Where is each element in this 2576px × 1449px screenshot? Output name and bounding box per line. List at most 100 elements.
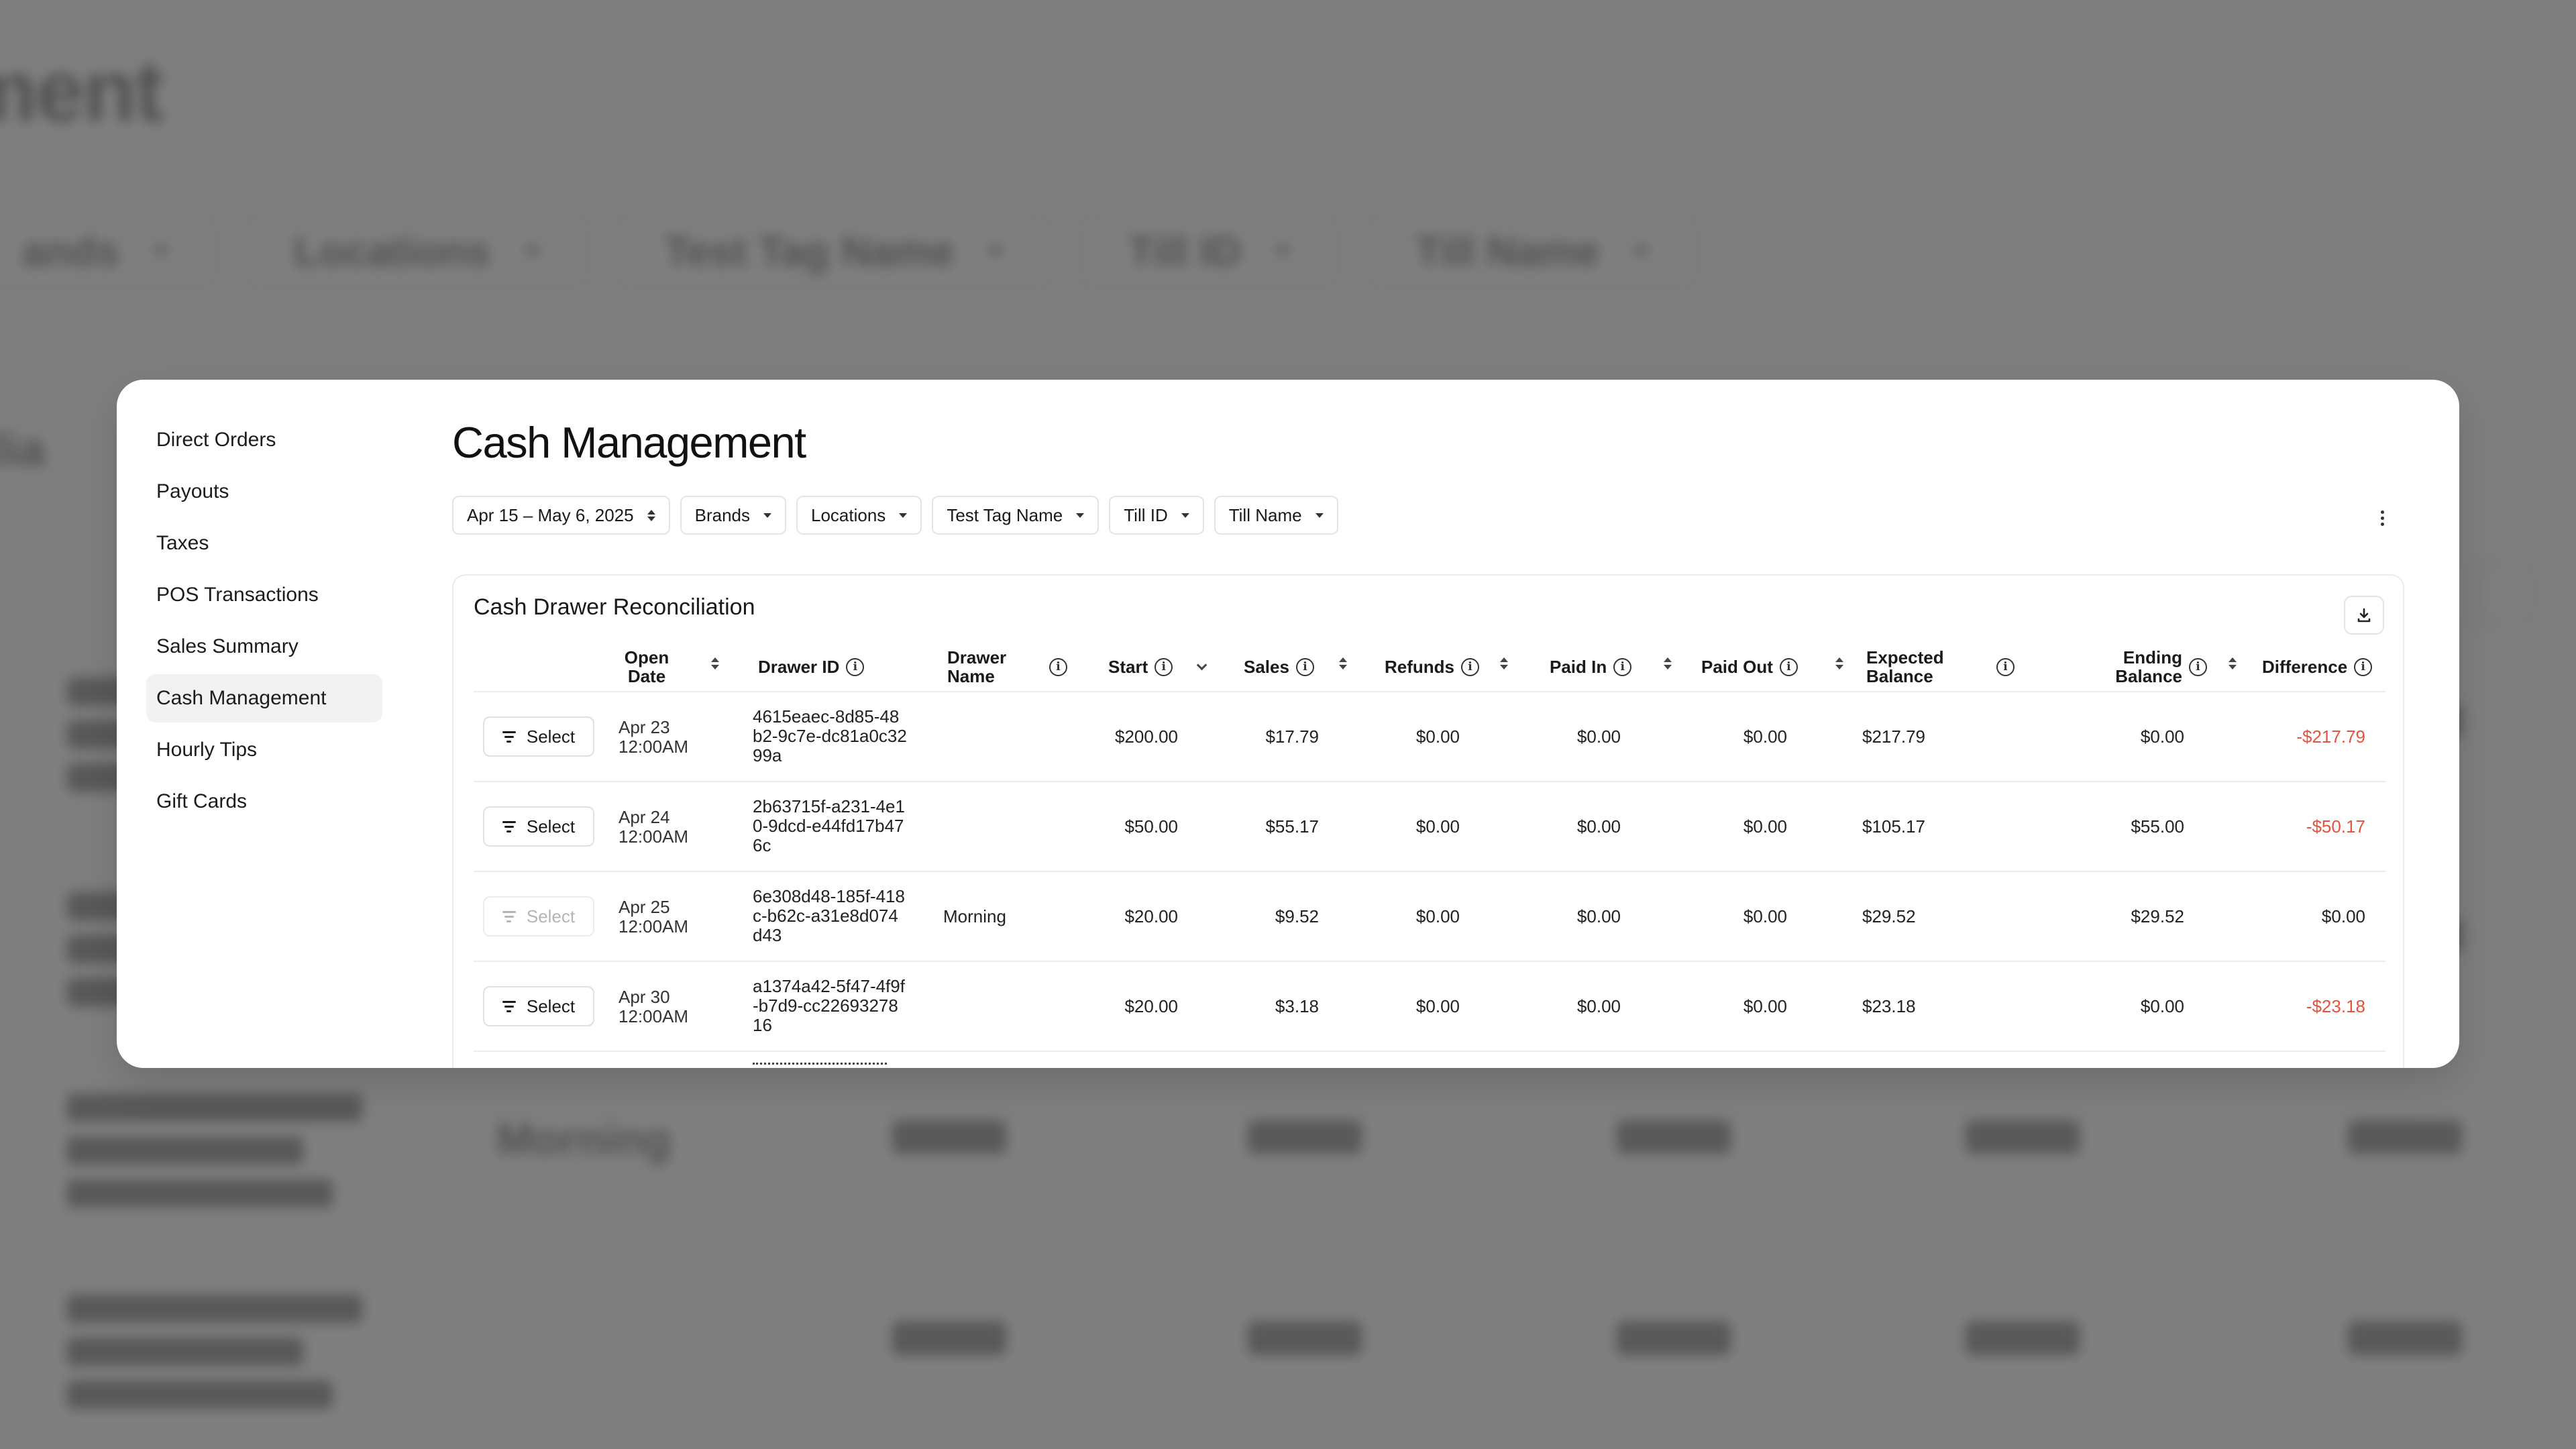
- caret-down-icon: [1315, 513, 1324, 518]
- cash-drawer-reconciliation-card: Cash Drawer Reconciliation Open Date Dra…: [452, 574, 2404, 1068]
- info-icon[interactable]: i: [1049, 657, 1067, 676]
- paid-out-cell: $0.00: [1743, 996, 1787, 1016]
- sidebar-item-sales-summary[interactable]: Sales Summary: [146, 623, 382, 671]
- date-range-label: Apr 15 – May 6, 2025: [467, 504, 634, 525]
- date-range-picker[interactable]: Apr 15 – May 6, 2025: [452, 496, 670, 535]
- expected-balance-cell: $23.18: [1862, 996, 1916, 1016]
- drawer-name-cell: Morning: [943, 906, 1006, 926]
- difference-cell: -$23.18: [2306, 996, 2365, 1016]
- paid-in-cell: $0.00: [1576, 996, 1621, 1016]
- background-filter: Test Tag Name: [615, 215, 1053, 288]
- header-refunds: Refunds i: [1385, 643, 1479, 691]
- page-title: Cash Management: [452, 418, 806, 467]
- card-title: Cash Drawer Reconciliation: [474, 594, 755, 620]
- brands-filter[interactable]: Brands: [680, 496, 786, 535]
- header-open-date: Open Date: [624, 647, 669, 686]
- info-icon[interactable]: i: [1779, 657, 1798, 676]
- background-row: [67, 1295, 2482, 1442]
- clipped-drawer-id: [753, 1059, 907, 1068]
- difference-cell: -$217.79: [2296, 726, 2365, 747]
- locations-filter[interactable]: Locations: [796, 496, 922, 535]
- sidebar-item-cash-management[interactable]: Cash Management: [146, 674, 382, 722]
- sidebar-item-label: Sales Summary: [156, 635, 299, 657]
- info-icon[interactable]: i: [2189, 657, 2207, 676]
- select-button[interactable]: Select: [483, 896, 594, 936]
- paid-in-cell: $0.00: [1576, 906, 1621, 926]
- select-button[interactable]: Select: [483, 986, 594, 1026]
- ending-balance-cell: $0.00: [2140, 726, 2184, 747]
- locations-filter-label: Locations: [811, 504, 886, 525]
- expected-balance-cell: $29.52: [1862, 906, 1916, 926]
- header-drawer-name: Drawer Name: [947, 647, 1007, 686]
- info-icon[interactable]: i: [1996, 657, 2015, 676]
- cash-management-modal: Direct Orders Payouts Taxes POS Transact…: [117, 380, 2459, 1068]
- sidebar-item-taxes[interactable]: Taxes: [146, 519, 382, 568]
- paid-out-cell: $0.00: [1743, 816, 1787, 837]
- filter-bar: Apr 15 – May 6, 2025 Brands Locations Te…: [452, 496, 1338, 535]
- till-id-filter[interactable]: Till ID: [1109, 496, 1204, 535]
- sidebar-item-label: Payouts: [156, 480, 229, 502]
- sidebar-item-pos-transactions[interactable]: POS Transactions: [146, 571, 382, 619]
- select-button[interactable]: Select: [483, 716, 594, 757]
- sidebar-item-payouts[interactable]: Payouts: [146, 468, 382, 516]
- header-paid-in: Paid In i: [1550, 643, 1632, 691]
- more-options-icon[interactable]: [2372, 504, 2392, 531]
- sales-cell: $3.18: [1275, 996, 1319, 1016]
- caret-down-icon: [763, 513, 771, 518]
- paid-in-cell: $0.00: [1576, 816, 1621, 837]
- download-button[interactable]: [2344, 596, 2384, 635]
- sidebar-item-gift-cards[interactable]: Gift Cards: [146, 777, 382, 826]
- open-date-cell: Apr 25 12:00AM: [619, 897, 689, 936]
- sort-descending-icon[interactable]: [1196, 659, 1208, 671]
- drawer-id-cell: 4615eaec-8d85-48b2-9c7e-dc81a0c3299a: [753, 706, 907, 765]
- filter-lines-icon: [502, 910, 516, 922]
- header-sales: Sales i: [1244, 643, 1314, 691]
- header-paid-out: Paid Out i: [1701, 643, 1798, 691]
- sort-icon[interactable]: [1835, 657, 1843, 669]
- sidebar-item-label: Direct Orders: [156, 429, 276, 451]
- sidebar-item-direct-orders[interactable]: Direct Orders: [146, 416, 382, 464]
- ending-balance-cell: $55.00: [2131, 816, 2184, 837]
- till-id-filter-label: Till ID: [1124, 504, 1168, 525]
- drawer-id-cell: 2b63715f-a231-4e10-9dcd-e44fd17b476c: [753, 796, 905, 855]
- difference-cell: $0.00: [2321, 906, 2365, 926]
- sidebar-item-label: Gift Cards: [156, 790, 248, 812]
- filter-lines-icon: [502, 1000, 516, 1012]
- info-icon[interactable]: i: [1155, 657, 1173, 676]
- sidebar-item-hourly-tips[interactable]: Hourly Tips: [146, 726, 382, 774]
- background-subtitle: ilia: [0, 423, 46, 476]
- start-cell: $200.00: [1115, 726, 1178, 747]
- test-tag-filter-label: Test Tag Name: [947, 504, 1063, 525]
- background-row: Morning: [67, 1093, 2482, 1241]
- background-filter: Locations: [244, 215, 589, 288]
- sort-icon[interactable]: [1500, 657, 1508, 669]
- sidebar-item-label: Hourly Tips: [156, 739, 258, 761]
- sort-icon[interactable]: [1339, 657, 1347, 669]
- info-icon[interactable]: i: [1295, 657, 1314, 676]
- info-icon[interactable]: i: [2354, 657, 2373, 676]
- header-drawer-name-info: i: [1049, 643, 1067, 691]
- table-header: Open Date Drawer ID i Drawer Name i Star…: [474, 643, 2385, 692]
- table-row-partial: [474, 1052, 2385, 1068]
- table-row: Select Apr 25 12:00AM 6e308d48-185f-418c-…: [474, 872, 2385, 962]
- header-start: Start i: [1108, 643, 1173, 691]
- open-date-cell: Apr 24 12:00AM: [619, 807, 689, 847]
- sales-cell: $55.17: [1265, 816, 1319, 837]
- refunds-cell: $0.00: [1415, 726, 1460, 747]
- info-icon[interactable]: i: [1461, 657, 1479, 676]
- sort-icon[interactable]: [1664, 657, 1672, 669]
- drawer-id-cell: a1374a42-5f47-4f9f-b7d9-cc2269327816: [753, 976, 905, 1035]
- sales-cell: $17.79: [1265, 726, 1319, 747]
- sort-icon[interactable]: [2229, 657, 2237, 669]
- filter-lines-icon: [502, 820, 516, 833]
- test-tag-filter[interactable]: Test Tag Name: [932, 496, 1099, 535]
- caret-down-icon: [899, 513, 908, 518]
- info-icon[interactable]: i: [1613, 657, 1632, 676]
- sort-icon[interactable]: [711, 657, 719, 669]
- info-icon[interactable]: i: [846, 657, 865, 676]
- select-button[interactable]: Select: [483, 806, 594, 847]
- till-name-filter[interactable]: Till Name: [1214, 496, 1338, 535]
- paid-out-cell: $0.00: [1743, 726, 1787, 747]
- expected-balance-cell: $105.17: [1862, 816, 1925, 837]
- header-expected-balance-info: i: [1996, 643, 2015, 691]
